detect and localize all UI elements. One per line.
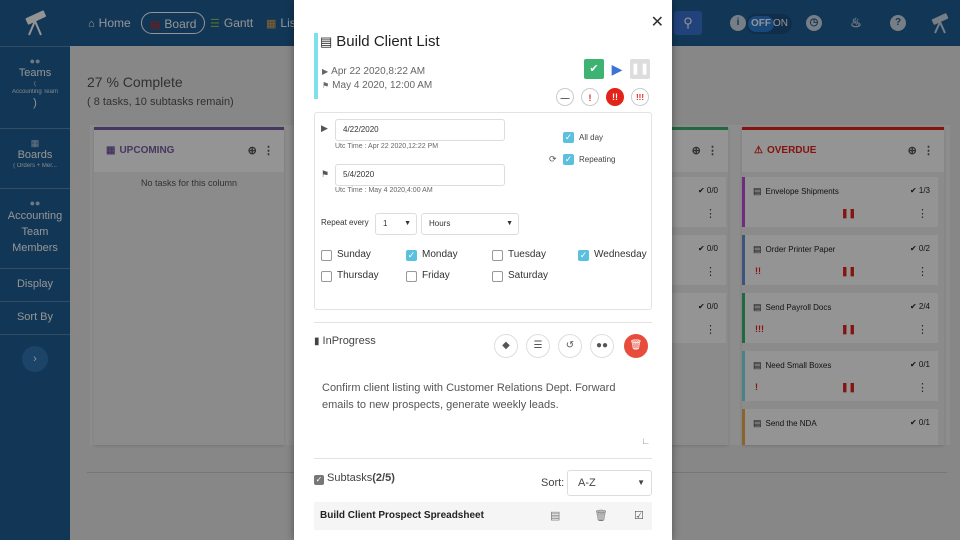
pause-button[interactable]: ❚❚ <box>630 59 650 79</box>
tag-button[interactable]: ◆ <box>494 334 518 358</box>
start-utc-time: Utc Time : Apr 22 2020,12:22 PM <box>335 143 439 150</box>
day-checkbox-sunday[interactable] <box>321 250 332 261</box>
subtasks-count: (2/5) <box>372 472 395 484</box>
subtask-name: Build Client Prospect Spreadsheet <box>320 510 484 521</box>
day-checkbox-friday[interactable] <box>406 271 417 282</box>
members-button[interactable]: ●● <box>590 334 614 358</box>
task-status: InProgress <box>322 335 376 347</box>
task-title[interactable]: Build Client List <box>336 33 439 50</box>
tag-icon: ◆ <box>502 340 510 351</box>
start-date-input[interactable]: 4/22/2020 <box>335 119 505 141</box>
day-label-thursday: Thursday <box>337 270 379 281</box>
start-date: Apr 22 2020,8:22 AM <box>331 66 426 77</box>
day-label-tuesday: Tuesday <box>508 249 546 260</box>
complete-button[interactable]: ✔ <box>584 59 604 79</box>
end-utc-time: Utc Time : May 4 2020,4:00 AM <box>335 187 433 194</box>
schedule-panel: ▶ 4/22/2020 Utc Time : Apr 22 2020,12:22… <box>314 112 652 310</box>
delete-task-button[interactable]: 🗑 <box>624 334 648 358</box>
end-date-input[interactable]: 5/4/2020 <box>335 164 505 186</box>
day-checkbox-tuesday[interactable] <box>492 250 503 261</box>
caret-down-icon: ▼ <box>637 478 645 487</box>
start-button[interactable]: ▶ <box>607 59 627 79</box>
trash-icon[interactable]: 🗑 <box>594 509 608 522</box>
task-color-bar <box>314 33 318 99</box>
all-day-checkbox[interactable]: ✓ <box>563 132 574 143</box>
check-square-icon: ✓ <box>314 475 324 485</box>
priority-low-button[interactable]: ! <box>581 88 599 106</box>
day-label-wednesday: Wednesday <box>594 249 647 260</box>
users-icon: ●● <box>595 340 609 351</box>
priority-none-button[interactable]: — <box>556 88 574 106</box>
trash-icon: 🗑 <box>629 340 643 351</box>
close-button[interactable]: ✕ <box>651 12 664 32</box>
day-label-friday: Friday <box>422 270 450 281</box>
history-button[interactable]: ↺ <box>558 334 582 358</box>
divider <box>314 458 652 459</box>
repeating-label: Repeating <box>579 155 616 164</box>
day-checkbox-monday[interactable]: ✓ <box>406 250 417 261</box>
checkbox-checked-icon[interactable]: ☑ <box>634 509 644 522</box>
day-checkbox-thursday[interactable] <box>321 271 332 282</box>
subtask-row[interactable]: Build Client Prospect Spreadsheet ▤ 🗑 ☑ <box>314 502 652 530</box>
end-date: May 4 2020, 12:00 AM <box>332 80 433 91</box>
minus-icon: — <box>560 93 570 103</box>
resize-handle-icon[interactable]: ∟ <box>641 436 650 446</box>
undo-icon: ↺ <box>565 340 575 351</box>
repeat-unit-select[interactable]: Hours ▼ <box>421 213 519 235</box>
priority-medium-button[interactable]: !! <box>606 88 624 106</box>
day-checkbox-wednesday[interactable]: ✓ <box>578 250 589 261</box>
repeat-interval-select[interactable]: 1 ▼ <box>375 213 417 235</box>
details-icon[interactable]: ▤ <box>550 509 560 522</box>
flag-icon: ⚑ <box>322 81 330 90</box>
check-icon: ✔ <box>589 63 599 75</box>
list-button[interactable]: ☰ <box>526 334 550 358</box>
repeat-icon: ⟳ <box>549 154 557 164</box>
caret-down-icon: ▼ <box>404 220 411 227</box>
day-label-saturday: Saturday <box>508 270 549 281</box>
task-detail-modal: ✕ ▤ Build Client List ▶ Apr 22 2020,8:22 A… <box>294 0 672 540</box>
day-label-sunday: Sunday <box>337 249 371 260</box>
sort-value: A-Z <box>578 477 596 489</box>
play-icon: ▶ <box>611 61 623 77</box>
close-icon: ✕ <box>650 14 664 31</box>
flag-icon: ⚑ <box>321 169 330 179</box>
description-textarea[interactable]: Confirm client listing with Customer Rel… <box>314 372 652 448</box>
clipboard-icon: ▤ <box>320 34 333 49</box>
sort-label: Sort: <box>541 477 565 489</box>
day-checkbox-saturday[interactable] <box>492 271 503 282</box>
repeat-every-label: Repeat every <box>321 218 369 227</box>
repeating-checkbox[interactable]: ✓ <box>563 154 574 165</box>
priority-high-button[interactable]: !!! <box>631 88 649 106</box>
subtasks-label: Subtasks <box>327 472 373 484</box>
play-circle-icon: ▶ <box>321 123 328 133</box>
play-circle-icon: ▶ <box>322 67 329 76</box>
day-label-monday: Monday <box>422 249 458 260</box>
all-day-label: All day <box>579 133 604 142</box>
list-icon: ☰ <box>533 340 543 351</box>
comment-icon: ▮ <box>314 336 320 347</box>
pause-icon: ❚❚ <box>630 63 650 75</box>
divider <box>314 322 652 323</box>
caret-down-icon: ▼ <box>506 220 513 227</box>
sort-select[interactable]: A-Z ▼ <box>567 470 652 496</box>
